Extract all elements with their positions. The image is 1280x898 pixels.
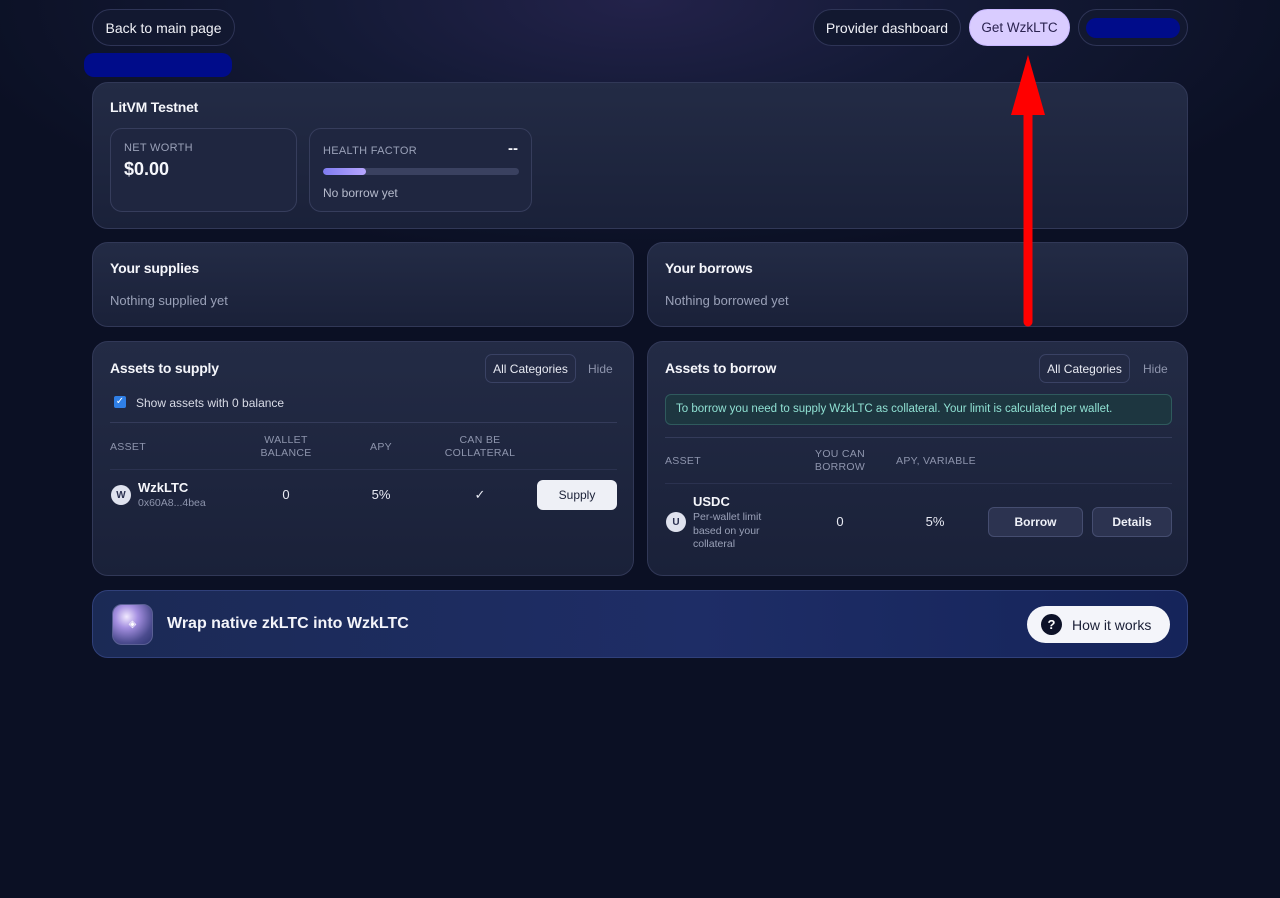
health-factor-value: --	[508, 140, 518, 157]
your-borrows-card: Your borrows Nothing borrowed yet	[647, 242, 1188, 327]
help-icon: ?	[1041, 614, 1062, 635]
supply-button[interactable]: Supply	[537, 480, 617, 510]
health-factor-bar	[323, 168, 519, 175]
show-zero-balance-checkbox[interactable]: ✓	[114, 396, 126, 408]
wrap-banner-title: Wrap native zkLTC into WzkLTC	[167, 615, 409, 632]
health-factor-card: HEALTH FACTOR -- No borrow yet	[309, 128, 532, 212]
borrow-col-apy: APY, VARIABLE	[896, 455, 976, 467]
checkmark-icon: ✓	[115, 396, 125, 407]
supply-col-asset: ASSET	[110, 441, 146, 453]
borrow-header-divider	[665, 483, 1172, 484]
usdc-token-icon: U	[666, 512, 686, 532]
get-wzkltc-button[interactable]: Get WzkLTC	[969, 9, 1070, 46]
network-title: LitVM Testnet	[110, 99, 199, 115]
borrow-note-line2: based on your	[693, 524, 760, 537]
health-factor-bar-fill	[323, 168, 367, 175]
your-borrows-empty: Nothing borrowed yet	[665, 293, 789, 308]
redacted-wallet-address	[1086, 17, 1180, 38]
borrow-can-borrow-value: 0	[836, 514, 844, 529]
borrow-asset-note: Per-wallet limit based on your collatera…	[693, 511, 761, 552]
supply-categories-dropdown[interactable]: All Categories	[485, 354, 576, 383]
your-supplies-title: Your supplies	[110, 260, 199, 276]
borrow-col-asset: ASSET	[665, 455, 701, 467]
wzkltc-token-icon: W	[111, 485, 131, 505]
provider-dashboard-button[interactable]: Provider dashboard	[813, 9, 961, 46]
supply-wallet-balance: 0	[282, 487, 290, 502]
supply-col-collat-line2: COLLATERAL	[444, 447, 516, 459]
supply-collateral-check-icon: ✓	[474, 487, 486, 502]
your-borrows-title: Your borrows	[665, 260, 753, 276]
supply-hide-link[interactable]: Hide	[588, 362, 613, 376]
details-button[interactable]: Details	[1092, 507, 1172, 537]
how-it-works-label: How it works	[1072, 616, 1152, 633]
supply-header-divider	[110, 469, 617, 470]
supply-table-divider	[110, 422, 617, 423]
how-it-works-button[interactable]: ? How it works	[1027, 606, 1170, 643]
borrow-col-can-line1: YOU CAN	[815, 448, 865, 460]
borrow-button[interactable]: Borrow	[988, 507, 1083, 537]
borrow-col-can-line2: BORROW	[814, 461, 866, 473]
redacted-block	[84, 53, 232, 77]
collateral-notice: To borrow you need to supply WzkLTC as c…	[665, 394, 1172, 425]
borrow-apy-value: 5%	[925, 514, 945, 529]
wrap-banner: ◈ Wrap native zkLTC into WzkLTC ? How it…	[92, 590, 1188, 658]
supply-col-collat-line1: CAN BE	[459, 434, 501, 446]
net-worth-card: NET WORTH $0.00	[110, 128, 297, 212]
health-factor-note: No borrow yet	[323, 186, 398, 200]
borrow-hide-link[interactable]: Hide	[1143, 362, 1168, 376]
health-factor-label: HEALTH FACTOR	[323, 145, 417, 157]
supply-asset-name: WzkLTC	[138, 480, 189, 495]
assets-to-supply-card: Assets to supply All Categories Hide ✓ S…	[92, 341, 634, 576]
wrap-logo-icon: ◈	[112, 604, 153, 645]
net-worth-value: $0.00	[124, 159, 170, 179]
supply-col-wallet-line1: WALLET	[264, 434, 308, 446]
borrow-note-line1: Per-wallet limit	[693, 511, 762, 523]
your-supplies-empty: Nothing supplied yet	[110, 293, 228, 308]
wallet-button[interactable]	[1078, 9, 1188, 46]
show-zero-balance-label: Show assets with 0 balance	[136, 396, 285, 410]
supply-col-collateral: CAN BE COLLATERAL	[435, 434, 525, 460]
assets-to-supply-title: Assets to supply	[110, 360, 219, 376]
borrow-table-divider	[665, 437, 1172, 438]
back-to-main-button[interactable]: Back to main page	[92, 9, 235, 46]
supply-col-wallet-balance: WALLET BALANCE	[246, 434, 326, 460]
assets-to-borrow-card: Assets to borrow All Categories Hide To …	[647, 341, 1188, 576]
borrow-note-line3: collateral	[693, 538, 736, 550]
borrow-col-you-can-borrow: YOU CAN BORROW	[801, 448, 879, 474]
borrow-asset-name: USDC	[693, 494, 730, 509]
supply-apy: 5%	[371, 487, 391, 502]
assets-to-borrow-title: Assets to borrow	[665, 360, 777, 376]
annotation-arrow-head	[1011, 55, 1045, 115]
supply-col-wallet-line2: BALANCE	[260, 447, 312, 459]
supply-asset-address: 0x60A8...4bea	[138, 497, 206, 509]
your-supplies-card: Your supplies Nothing supplied yet	[92, 242, 634, 327]
borrow-categories-dropdown[interactable]: All Categories	[1039, 354, 1130, 383]
annotation-arrow	[1011, 55, 1045, 327]
net-worth-label: NET WORTH	[124, 142, 193, 154]
supply-col-apy: APY	[370, 441, 392, 453]
